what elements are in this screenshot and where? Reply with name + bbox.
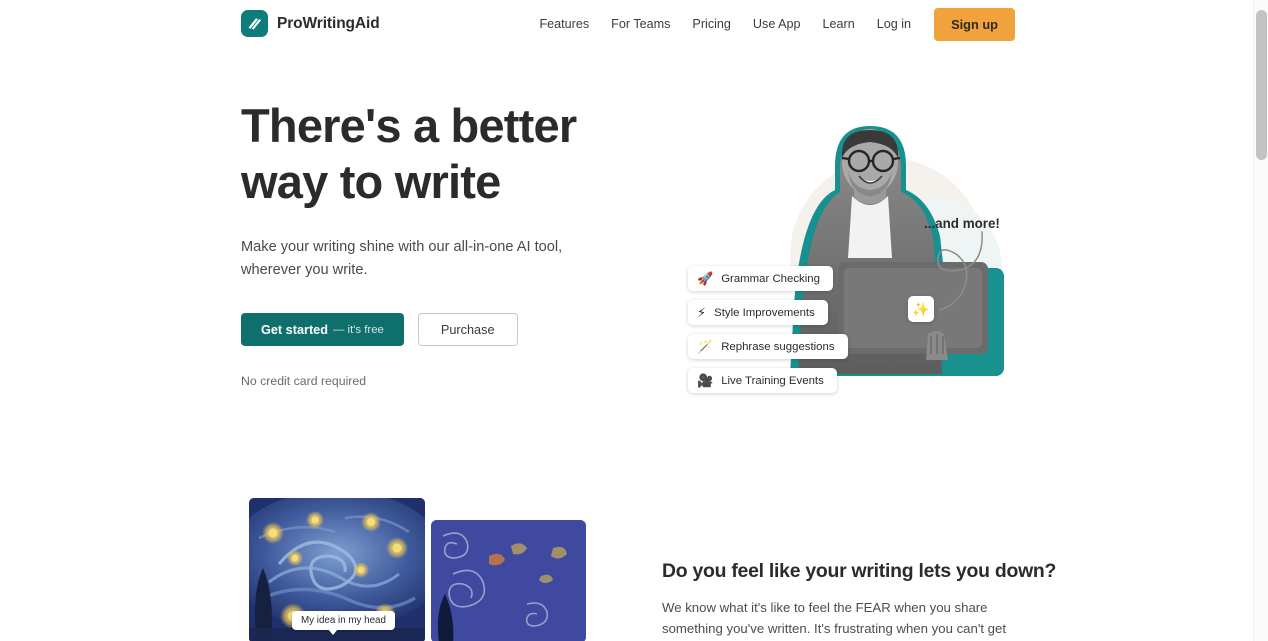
and-more-label: ...and more! (924, 216, 1000, 231)
rocket-icon: 🚀 (697, 271, 714, 286)
sketch-swirls (431, 520, 586, 641)
no-credit-card-note: No credit card required (241, 374, 367, 389)
simplified-sketch-artwork (431, 520, 586, 641)
main-navigation: Features For Teams Pricing Use App Learn… (528, 8, 1015, 41)
page-scrollbar-track[interactable] (1253, 0, 1268, 641)
nav-log-in[interactable]: Log in (866, 10, 922, 39)
sparkles-icon: ✨ (912, 300, 930, 317)
section-two-title: Do you feel like your writing lets you d… (662, 560, 1057, 582)
nav-features[interactable]: Features (528, 10, 600, 39)
video-camera-icon: 🎥 (697, 373, 714, 388)
get-started-label: Get started (261, 322, 328, 337)
hero-subtitle: Make your writing shine with our all-in-… (241, 238, 563, 279)
hero-copy: There's a better way to write Make your … (241, 98, 641, 388)
feature-card-grammar-checking[interactable]: 🚀 Grammar Checking (688, 266, 833, 291)
feature-card-label: Grammar Checking (721, 272, 820, 285)
sign-up-button[interactable]: Sign up (934, 8, 1015, 41)
brand-name: ProWritingAid (277, 14, 380, 32)
feature-card-rephrase-suggestions[interactable]: 🪄 Rephrase suggestions (688, 334, 848, 359)
hero-action-buttons: Get started — it's free Purchase (241, 313, 641, 347)
hero-title: There's a better way to write (241, 98, 641, 210)
nav-for-teams[interactable]: For Teams (600, 10, 681, 39)
nav-use-app[interactable]: Use App (742, 10, 812, 39)
section-two-body: We know what it's like to feel the FEAR … (662, 600, 1007, 637)
nav-learn[interactable]: Learn (812, 10, 866, 39)
sparkles-icon-card: ✨ (908, 296, 934, 322)
hero-illustration: 🚀 Grammar Checking ⚡ Style Improvements … (662, 108, 1032, 438)
before-after-illustration: My idea in my head (249, 498, 589, 641)
feature-card-live-training-events[interactable]: 🎥 Live Training Events (688, 368, 837, 393)
painting-caption-label: My idea in my head (292, 611, 395, 635)
feature-card-label: Rephrase suggestions (721, 340, 835, 353)
feature-card-label: Live Training Events (721, 374, 824, 387)
magic-wand-icon: 🪄 (697, 339, 714, 354)
hero-title-line-2: way to write (241, 154, 501, 208)
purchase-button[interactable]: Purchase (417, 313, 518, 347)
feature-card-list: 🚀 Grammar Checking ⚡ Style Improvements … (688, 266, 848, 393)
brand-logo-link[interactable]: ProWritingAid (241, 10, 380, 37)
feature-card-label: Style Improvements (714, 306, 815, 319)
feature-card-style-improvements[interactable]: ⚡ Style Improvements (688, 300, 828, 325)
nav-pricing[interactable]: Pricing (681, 10, 742, 39)
page-scrollbar-thumb[interactable] (1256, 10, 1267, 160)
hero-title-line-1: There's a better (241, 99, 577, 152)
section-two-copy: Do you feel like your writing lets you d… (662, 560, 1057, 641)
get-started-free-tag: — it's free (332, 323, 384, 336)
book-pages-logo-icon (241, 10, 268, 37)
lightning-bolt-icon: ⚡ (697, 305, 707, 320)
get-started-button[interactable]: Get started — it's free (241, 313, 404, 347)
page-root: ProWritingAid Features For Teams Pricing… (0, 0, 1268, 641)
writing-lets-you-down-section: My idea in my head Do you feel like your… (0, 478, 1253, 641)
hero-section: There's a better way to write Make your … (0, 48, 1253, 478)
starry-night-painting: My idea in my head (249, 498, 425, 641)
site-header: ProWritingAid Features For Teams Pricing… (0, 0, 1253, 48)
